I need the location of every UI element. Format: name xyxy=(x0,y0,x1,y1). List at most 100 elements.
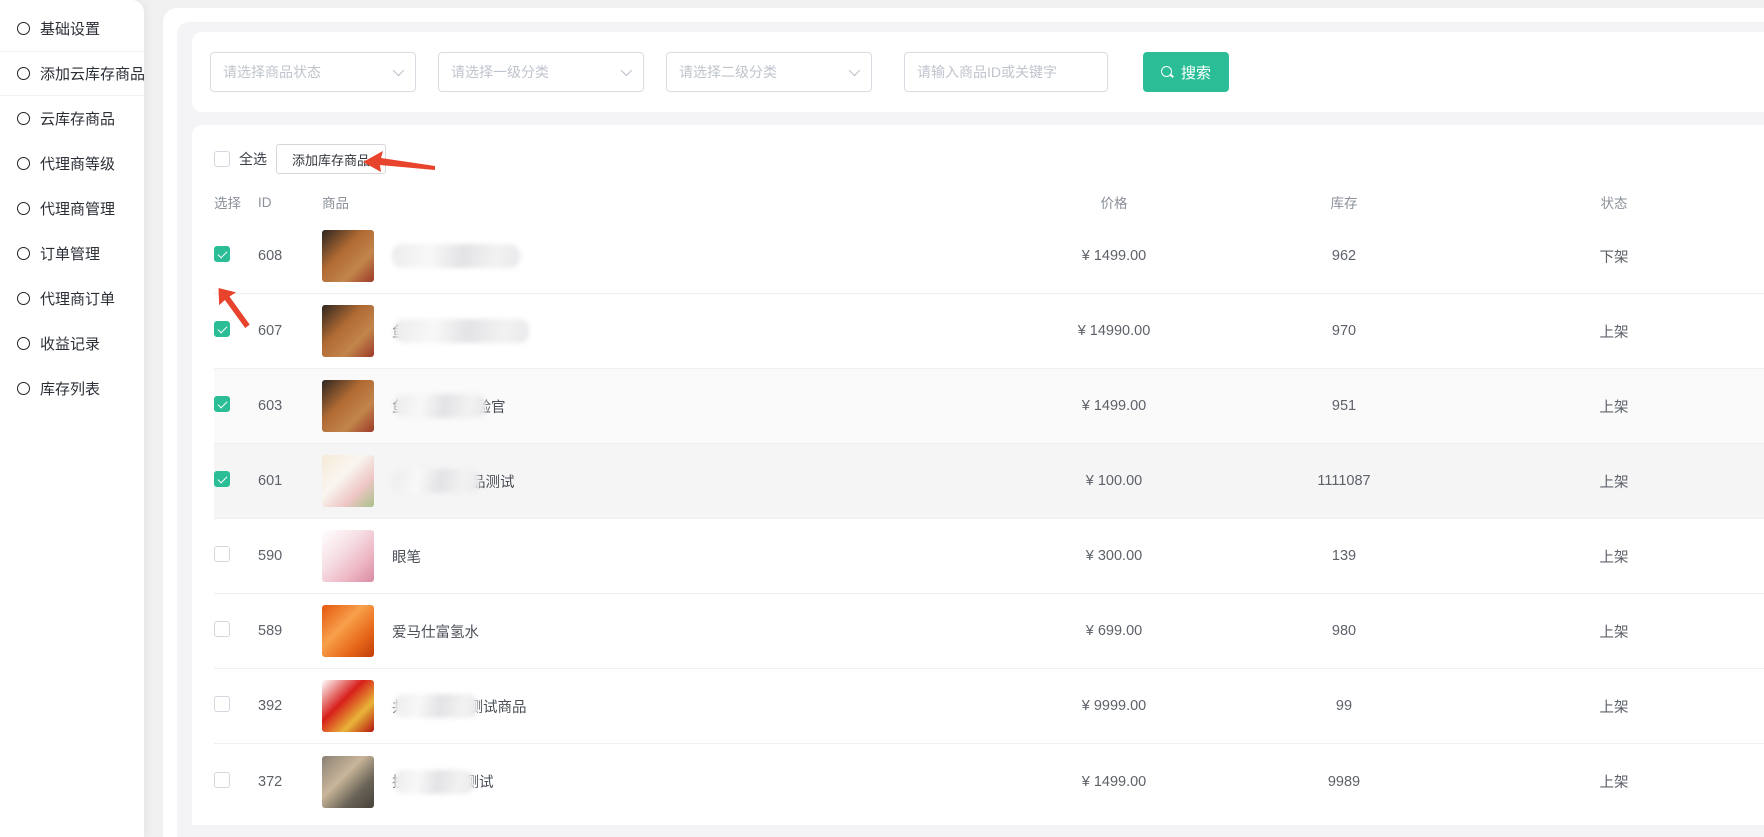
product-image-open-wooden-box-red-items xyxy=(322,380,374,432)
chevron-down-icon xyxy=(849,65,860,76)
sidebar-item-label: 代理商订单 xyxy=(40,288,115,309)
add-inventory-product-button[interactable]: 添加库存商品 xyxy=(276,144,386,174)
row-checkbox[interactable] xyxy=(214,396,230,412)
radio-circle-icon xyxy=(17,157,30,170)
product-name-fragment: 爱马仕富氢水 xyxy=(392,621,479,642)
product-stock: 139 xyxy=(1224,548,1464,564)
sidebar-item-8[interactable]: 库存列表 xyxy=(0,366,144,411)
product-name: 品测试 xyxy=(392,469,515,493)
page-panel: 请选择商品状态 请选择一级分类 请选择二级分类 搜索 全选 添加库存商 xyxy=(177,22,1764,837)
product-stock: 951 xyxy=(1224,398,1464,414)
product-name: 共测试商品 xyxy=(392,694,527,718)
product-stock: 962 xyxy=(1224,248,1464,264)
header-stock: 库存 xyxy=(1224,192,1464,212)
table-row: 589 爱马仕富氢水 ¥ 699.00 980 上架 xyxy=(214,594,1764,669)
product-price: ¥ 1499.00 xyxy=(1004,774,1224,790)
category-level2-select[interactable]: 请选择二级分类 xyxy=(666,52,872,92)
row-checkbox[interactable] xyxy=(214,696,230,712)
censored-name-blur xyxy=(394,394,486,418)
sidebar-item-0[interactable]: 基础设置 xyxy=(0,6,144,51)
product-image-clothing-rack xyxy=(322,756,374,808)
product-name-fragment: 眼笔 xyxy=(392,546,421,567)
product-status: 上架 xyxy=(1464,621,1764,642)
product-status: 上架 xyxy=(1464,471,1764,492)
radio-circle-icon xyxy=(17,67,30,80)
sidebar-item-label: 基础设置 xyxy=(40,18,100,39)
product-status: 上架 xyxy=(1464,396,1764,417)
product-table-card: 全选 添加库存商品 选择 ID 商品 价格 库存 状态 608 ¥ xyxy=(192,125,1764,825)
main-content-card: 请选择商品状态 请选择一级分类 请选择二级分类 搜索 全选 添加库存商 xyxy=(163,8,1764,837)
table-header-row: 选择 ID 商品 价格 库存 状态 xyxy=(214,185,1764,219)
product-id: 590 xyxy=(258,548,322,564)
product-status: 上架 xyxy=(1464,771,1764,792)
radio-circle-icon xyxy=(17,292,30,305)
censored-name-blur xyxy=(394,319,529,343)
sidebar-item-1[interactable]: 添加云库存商品 xyxy=(0,51,144,96)
radio-circle-icon xyxy=(17,382,30,395)
product-status: 上架 xyxy=(1464,696,1764,717)
radio-circle-icon xyxy=(17,247,30,260)
sidebar-item-label: 库存列表 xyxy=(40,378,100,399)
product-price: ¥ 300.00 xyxy=(1004,548,1224,564)
product-id: 607 xyxy=(258,323,322,339)
product-image-pink-perfume-bottle xyxy=(322,530,374,582)
product-id: 603 xyxy=(258,398,322,414)
product-status: 上架 xyxy=(1464,321,1764,342)
product-status-select[interactable]: 请选择商品状态 xyxy=(210,52,416,92)
product-stock: 99 xyxy=(1224,698,1464,714)
product-id: 392 xyxy=(258,698,322,714)
product-image-open-wooden-box-red-items xyxy=(322,230,374,282)
product-stock: 980 xyxy=(1224,623,1464,639)
censored-name-blur xyxy=(392,244,520,268)
product-stock: 9989 xyxy=(1224,774,1464,790)
product-name xyxy=(392,244,520,268)
search-button-label: 搜索 xyxy=(1181,62,1211,83)
product-id: 601 xyxy=(258,473,322,489)
censored-name-blur xyxy=(392,469,480,493)
radio-circle-icon xyxy=(17,112,30,125)
select-all-checkbox[interactable] xyxy=(214,151,230,167)
row-checkbox[interactable] xyxy=(214,471,230,487)
sidebar-item-5[interactable]: 订单管理 xyxy=(0,231,144,276)
sidebar-item-3[interactable]: 代理商等级 xyxy=(0,141,144,186)
row-checkbox[interactable] xyxy=(214,321,230,337)
row-checkbox[interactable] xyxy=(214,621,230,637)
product-price: ¥ 9999.00 xyxy=(1004,698,1224,714)
table-row: 372 挂测试 ¥ 1499.00 9989 上架 xyxy=(214,744,1764,819)
row-checkbox[interactable] xyxy=(214,772,230,788)
sidebar-item-label: 代理商管理 xyxy=(40,198,115,219)
censored-name-blur xyxy=(394,770,474,794)
row-checkbox[interactable] xyxy=(214,246,230,262)
censored-name-blur xyxy=(394,694,478,718)
search-icon xyxy=(1161,66,1174,79)
product-id: 372 xyxy=(258,774,322,790)
sidebar-item-label: 添加云库存商品 xyxy=(40,63,145,84)
product-status-placeholder: 请选择商品状态 xyxy=(223,62,321,82)
chevron-down-icon xyxy=(393,65,404,76)
sidebar-item-2[interactable]: 云库存商品 xyxy=(0,96,144,141)
table-row: 601 品测试 ¥ 100.00 1111087 上架 xyxy=(214,444,1764,519)
product-price: ¥ 699.00 xyxy=(1004,623,1224,639)
sidebar: 基础设置 添加云库存商品 云库存商品 代理商等级 代理商管理 订单管理 代理商订… xyxy=(0,0,144,837)
table-body: 608 ¥ 1499.00 962 下架 607 鱼 ¥ 14990.00 97… xyxy=(214,219,1764,819)
sidebar-item-6[interactable]: 代理商订单 xyxy=(0,276,144,321)
row-checkbox[interactable] xyxy=(214,546,230,562)
header-goods: 商品 xyxy=(322,192,1004,212)
product-status: 下架 xyxy=(1464,246,1764,267)
product-stock: 1111087 xyxy=(1224,473,1464,489)
product-id: 589 xyxy=(258,623,322,639)
category-level2-placeholder: 请选择二级分类 xyxy=(679,62,777,82)
sidebar-item-4[interactable]: 代理商管理 xyxy=(0,186,144,231)
table-toolbar: 全选 添加库存商品 xyxy=(214,143,1764,175)
category-level1-select[interactable]: 请选择一级分类 xyxy=(438,52,644,92)
keyword-input[interactable] xyxy=(904,52,1108,92)
category-level1-placeholder: 请选择一级分类 xyxy=(451,62,549,82)
sidebar-item-label: 订单管理 xyxy=(40,243,100,264)
radio-circle-icon xyxy=(17,22,30,35)
sidebar-item-label: 云库存商品 xyxy=(40,108,115,129)
sidebar-item-7[interactable]: 收益记录 xyxy=(0,321,144,366)
table-row: 590 眼笔 ¥ 300.00 139 上架 xyxy=(214,519,1764,594)
product-name: 鱼 xyxy=(392,319,529,343)
product-price: ¥ 1499.00 xyxy=(1004,398,1224,414)
search-button[interactable]: 搜索 xyxy=(1143,52,1229,92)
